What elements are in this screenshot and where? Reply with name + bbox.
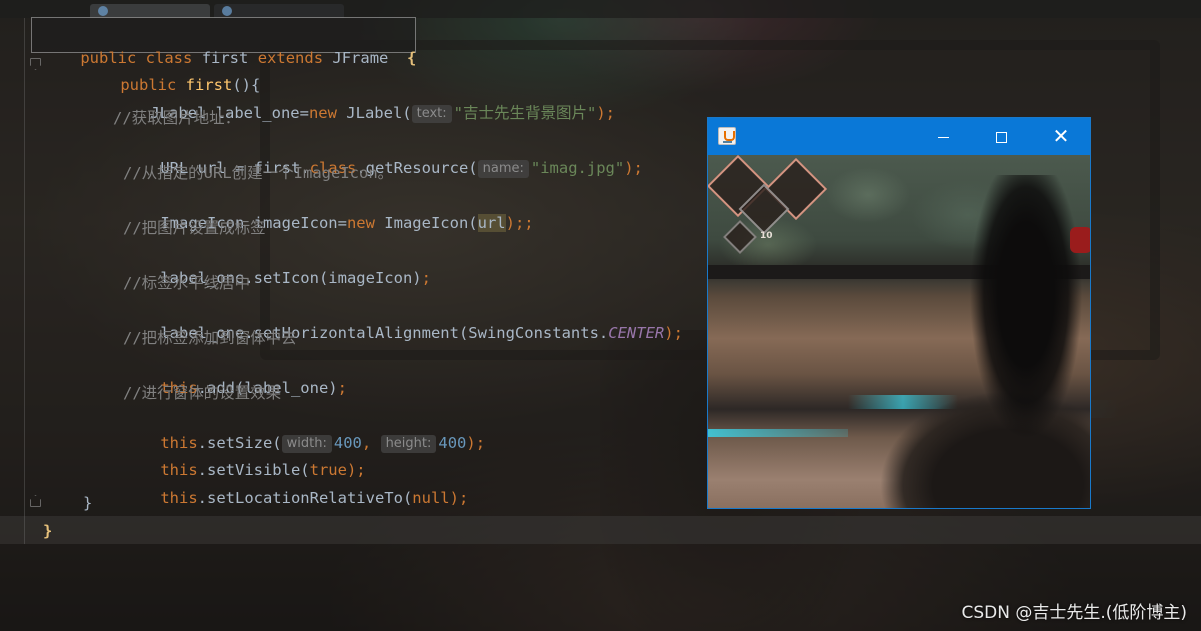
number-literal: 400 <box>438 434 467 452</box>
editor-tab-strip <box>0 0 1201 18</box>
parameter-hint: height: <box>380 435 437 453</box>
minimize-button[interactable] <box>914 118 972 155</box>
code-comment[interactable]: //标签水平线居中 <box>123 272 250 294</box>
string-literal: "吉士先生背景图片" <box>453 104 597 122</box>
superclass-name: JFrame <box>332 49 389 67</box>
code-comment[interactable]: //进行窗体的设置效果 <box>123 382 281 404</box>
code-text: .setLocationRelativeTo( <box>197 489 413 507</box>
code-line-13[interactable]: this.add(label_one); <box>123 355 347 397</box>
code-line-19[interactable]: } <box>43 520 52 542</box>
java-app-window[interactable]: ✕ 10 <box>707 117 1091 509</box>
java-cup-icon[interactable] <box>718 127 736 145</box>
java-file-icon <box>98 6 108 16</box>
brace: { <box>407 49 417 67</box>
code-text: JLabel( <box>336 104 412 122</box>
code-line-9[interactable]: label_one.setIcon(imageIcon); <box>123 245 431 287</box>
close-icon: ✕ <box>1052 124 1070 148</box>
image-label: 10 <box>708 155 1090 508</box>
keyword: null <box>412 489 450 507</box>
code-text: ); <box>466 434 486 452</box>
keyword: new <box>346 214 375 232</box>
maximize-button[interactable] <box>972 118 1030 155</box>
keyword: this <box>160 489 198 507</box>
code-text: ; <box>421 269 431 287</box>
code-text: ); <box>664 324 683 342</box>
code-line-7[interactable]: ImageIcon imageIcon=new ImageIcon(url);; <box>123 190 534 232</box>
java-file-icon <box>222 6 232 16</box>
code-text: );; <box>505 214 534 232</box>
constant: CENTER <box>608 324 665 342</box>
code-text: ; <box>337 379 347 397</box>
window-titlebar[interactable]: ✕ <box>708 118 1090 155</box>
code-text: ); <box>624 159 643 177</box>
parameter-hint: text: <box>411 105 452 123</box>
code-line-3[interactable]: JLabel label_one=new JLabel(text: "吉士先生背景… <box>113 80 615 123</box>
code-line-16[interactable]: this.setVisible(true); <box>123 437 365 479</box>
minimize-icon <box>937 137 949 138</box>
tab-other[interactable] <box>214 4 344 18</box>
current-line-highlight <box>0 516 1201 544</box>
image-hair-bow <box>1070 227 1090 253</box>
parameter-hint: name: <box>477 160 529 178</box>
code-text: ImageIcon( <box>374 214 478 232</box>
string-literal: "imag.jpg" <box>530 159 625 177</box>
maximize-icon <box>995 132 1007 143</box>
code-comment[interactable]: //从指定的URL创建一个ImageIcon。 <box>123 162 393 184</box>
code-line-18[interactable]: } <box>83 492 92 514</box>
close-button[interactable]: ✕ <box>1032 118 1090 155</box>
image-figure-hair <box>966 175 1090 508</box>
watermark-text: CSDN @吉士先生.(低阶博主) <box>961 603 1187 623</box>
keyword: new <box>308 104 337 122</box>
gutter-divider <box>24 18 25 544</box>
code-text: ); <box>596 104 616 122</box>
code-line-5[interactable]: URL url = first.class.getResource(name: "… <box>123 135 643 178</box>
code-comment[interactable]: //获取图片地址： <box>113 107 240 129</box>
hud-item-count: 10 <box>760 231 773 241</box>
code-line-2[interactable]: public first(){ <box>83 52 260 94</box>
tab-active[interactable] <box>90 4 210 18</box>
code-line-11[interactable]: label_one.setHorizontalAlignment(SwingCo… <box>123 300 683 342</box>
image-desk-glow <box>708 429 848 437</box>
code-line-17[interactable]: this.setLocationRelativeTo(null); <box>123 465 468 507</box>
code-comment[interactable]: //把标签添加到窗体中去 <box>123 327 297 349</box>
highlighted-identifier: url <box>477 214 506 232</box>
code-comment[interactable]: //把图片设置成标签 <box>123 217 266 239</box>
code-text: ); <box>449 489 469 507</box>
code-line-15[interactable]: this.setSize(width: 400, height: 400); <box>123 410 485 453</box>
code-line-1[interactable]: public class first extends JFrame { <box>43 25 416 67</box>
keyword: extends <box>257 49 324 67</box>
